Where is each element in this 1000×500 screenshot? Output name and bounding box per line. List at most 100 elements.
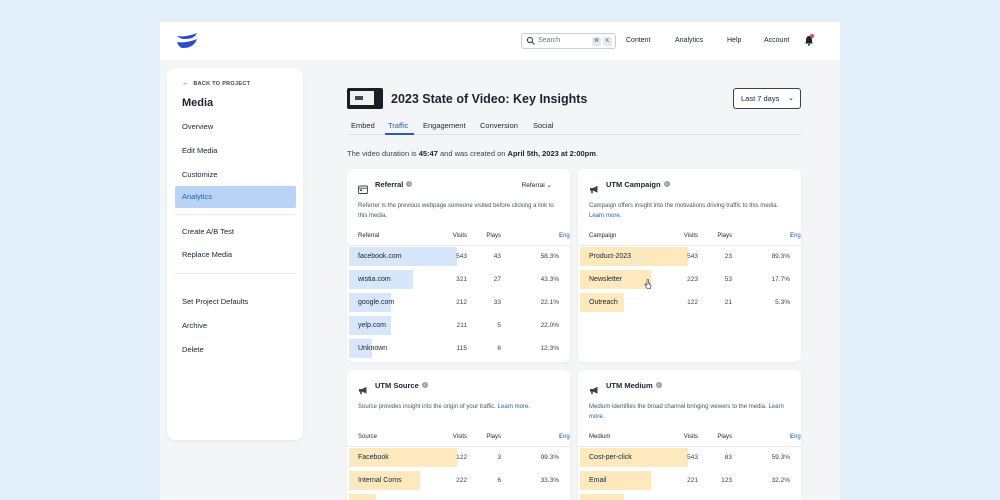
sidebar-item-customize[interactable]: Customize bbox=[175, 164, 296, 186]
utm-source-description: Source provides insight into the origin … bbox=[358, 404, 530, 410]
column-header[interactable]: Medium bbox=[589, 432, 610, 442]
tab-embed[interactable]: Embed bbox=[351, 121, 375, 131]
row-label: Facebook bbox=[358, 454, 389, 461]
engagement-value: 43.3% bbox=[540, 276, 559, 283]
shortcut-key: ⌘ bbox=[592, 37, 601, 46]
engagement-value: 89.3% bbox=[771, 253, 790, 260]
info-icon[interactable]: i bbox=[655, 382, 662, 389]
utm-source-title: UTM Source i bbox=[375, 381, 428, 391]
plays-value: 83 bbox=[724, 454, 732, 461]
back-to-project-link[interactable]: ← BACK TO PROJECT bbox=[182, 80, 250, 88]
active-tab-indicator bbox=[385, 133, 414, 135]
engagement-value: 33.3% bbox=[540, 477, 559, 484]
sidebar-item-archive[interactable]: Archive bbox=[175, 315, 296, 337]
column-header[interactable]: Visits bbox=[684, 231, 698, 241]
date-range-select[interactable]: Last 7 days ⌄ bbox=[733, 88, 801, 109]
table-row[interactable]: Facebook 122 3 99.3% bbox=[347, 448, 570, 467]
arrow-left-icon: ← bbox=[182, 80, 190, 87]
table-row[interactable]: Newsletter 223 53 17.7% bbox=[578, 270, 801, 289]
table-row[interactable]: Unknown 115 6 12.3% bbox=[347, 339, 570, 358]
visits-value: 122 bbox=[456, 454, 467, 461]
nav-content[interactable]: Content bbox=[626, 36, 651, 46]
table-row[interactable]: Cost-per-click 543 83 59.3% bbox=[578, 448, 801, 467]
column-header[interactable]: Plays bbox=[486, 432, 501, 442]
table-row[interactable]: wistia.com 321 27 43.3% bbox=[347, 270, 570, 289]
referral-card: Referral i Referral ⌄ Referrer is the previ… bbox=[347, 169, 570, 362]
plays-value: 6 bbox=[497, 345, 501, 352]
column-header[interactable]: Plays bbox=[717, 231, 732, 241]
share-bar bbox=[580, 494, 624, 500]
table-row[interactable]: Email 221 123 32.2% bbox=[578, 471, 801, 490]
column-header[interactable]: Referral bbox=[358, 231, 379, 241]
sidebar-item-analytics[interactable]: Analytics bbox=[175, 186, 296, 208]
info-icon[interactable]: i bbox=[663, 181, 670, 188]
row-label: facebook.com bbox=[358, 253, 402, 260]
engagement-value: 22.0% bbox=[540, 322, 559, 329]
media-thumbnail[interactable] bbox=[347, 88, 383, 109]
table-header: MediumVisitsPlays↓ Engagement bbox=[589, 432, 801, 442]
table-row[interactable]: Product-2023 543 23 89.3% bbox=[578, 247, 801, 266]
column-header[interactable]: Plays bbox=[717, 432, 732, 442]
engagement-value: 99.3% bbox=[540, 454, 559, 461]
tab-engagement[interactable]: Engagement bbox=[423, 121, 466, 131]
row-label: google.com bbox=[358, 299, 395, 306]
sidebar-item-edit-media[interactable]: Edit Media bbox=[175, 140, 296, 162]
brand-logo-icon[interactable] bbox=[176, 33, 198, 49]
row-label: Unknown bbox=[358, 345, 388, 352]
sidebar-item-delete[interactable]: Delete bbox=[175, 339, 296, 361]
table-row[interactable]: yelp.com 211 5 22.0% bbox=[347, 316, 570, 335]
table-row[interactable]: google.com 212 33 22.1% bbox=[347, 293, 570, 312]
search-input[interactable]: Search ⌘ K bbox=[521, 33, 616, 49]
table-row[interactable]: Outreach 122 21 5.3% bbox=[578, 293, 801, 312]
nav-account[interactable]: Account bbox=[764, 36, 789, 46]
visits-value: 543 bbox=[687, 253, 698, 260]
sidebar-item-overview[interactable]: Overview bbox=[175, 116, 296, 138]
tab-conversion[interactable]: Conversion bbox=[480, 121, 518, 131]
column-header[interactable]: Plays bbox=[486, 231, 501, 241]
row-label: Email bbox=[589, 477, 607, 484]
header-divider bbox=[347, 446, 570, 447]
table-row[interactable] bbox=[347, 494, 570, 500]
visits-value: 211 bbox=[456, 322, 467, 329]
engagement-value: 5.3% bbox=[775, 299, 790, 306]
date-range-value: Last 7 days bbox=[741, 94, 780, 103]
utm-source-card: UTM Source i Source provides insight into … bbox=[347, 370, 570, 500]
tab-social[interactable]: Social bbox=[533, 121, 553, 131]
table-row[interactable]: facebook.com 543 43 58.3% bbox=[347, 247, 570, 266]
row-label: yelp.com bbox=[358, 322, 387, 329]
plays-value: 53 bbox=[724, 276, 732, 283]
referral-description: Referrer is the previous webpage someone… bbox=[358, 203, 554, 219]
nav-help[interactable]: Help bbox=[727, 36, 741, 46]
sidebar-item-set-project-defaults[interactable]: Set Project Defaults bbox=[175, 291, 296, 313]
sidebar-item-create-ab-test[interactable]: Create A/B Test bbox=[175, 221, 296, 243]
info-icon[interactable]: i bbox=[421, 382, 428, 389]
mouse-cursor-icon bbox=[644, 279, 652, 289]
row-label: Newsletter bbox=[589, 276, 623, 283]
column-header[interactable]: Visits bbox=[453, 432, 467, 442]
column-header[interactable]: Visits bbox=[684, 432, 698, 442]
table-row[interactable]: Internal Coms 222 6 33.3% bbox=[347, 471, 570, 490]
referral-dimension-select[interactable]: Referral ⌄ bbox=[522, 181, 552, 190]
tab-traffic[interactable]: Traffic bbox=[388, 121, 408, 131]
chevron-down-icon: ⌄ bbox=[544, 182, 552, 189]
column-header[interactable]: Campaign bbox=[589, 231, 616, 241]
utm-medium-card: UTM Medium i Medium identifies the broad c… bbox=[578, 370, 801, 500]
sidebar-item-replace-media[interactable]: Replace Media bbox=[175, 244, 296, 266]
row-label: wistia.com bbox=[358, 276, 391, 283]
table-row[interactable] bbox=[578, 494, 801, 500]
info-icon[interactable]: i bbox=[406, 181, 413, 188]
column-header[interactable]: Source bbox=[358, 432, 377, 442]
visits-value: 543 bbox=[456, 253, 467, 260]
back-label: BACK TO PROJECT bbox=[193, 81, 251, 87]
nav-analytics[interactable]: Analytics bbox=[675, 36, 703, 46]
plays-value: 5 bbox=[497, 322, 501, 329]
learn-more-link[interactable]: Learn more. bbox=[589, 213, 621, 219]
visits-value: 221 bbox=[687, 477, 698, 484]
column-header[interactable]: Visits bbox=[453, 231, 467, 241]
plays-value: 23 bbox=[724, 253, 732, 260]
learn-more-link[interactable]: Learn more. bbox=[498, 404, 530, 410]
search-icon bbox=[526, 36, 535, 45]
duration-value: 45:47 bbox=[418, 149, 438, 158]
visits-value: 223 bbox=[687, 276, 698, 283]
sidebar-divider bbox=[175, 273, 296, 274]
